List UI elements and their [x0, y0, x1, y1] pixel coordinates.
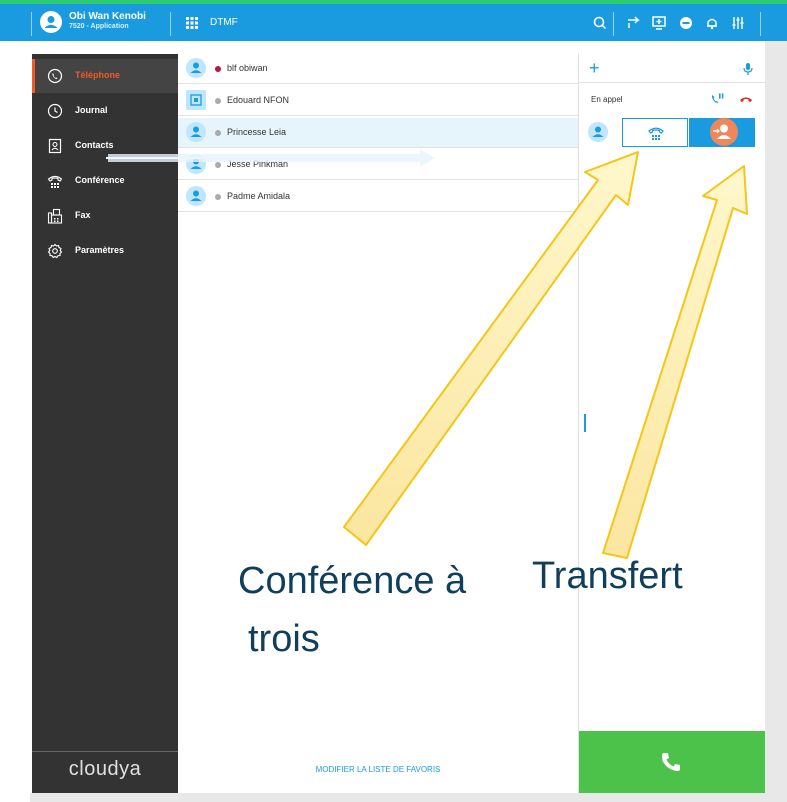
favorites-list: blf obiwan Edouard NFON Princesse Leia J…: [178, 54, 578, 793]
presence-dot: [215, 162, 221, 168]
sidebar-item-label: Fax: [75, 210, 91, 220]
contact-name: Padme Amidala: [227, 191, 291, 201]
top-bar: Obi Wan Kenobi 7520 - Application DTMF: [0, 0, 787, 41]
transfer-highlight: [710, 118, 738, 146]
contacts-icon: [48, 138, 62, 154]
favorite-row[interactable]: blf obiwan: [178, 54, 578, 84]
sidebar-divider: [32, 751, 178, 752]
page-margin: [0, 41, 30, 802]
contact-card-icon: [186, 90, 206, 110]
sidebar-item-fax[interactable]: Fax: [32, 199, 178, 233]
edit-favorites-link[interactable]: MODIFIER LA LISTE DE FAVORIS: [178, 765, 578, 774]
user-name[interactable]: Obi Wan Kenobi: [69, 11, 146, 22]
sidebar-item-conference[interactable]: Conférence: [32, 164, 178, 198]
separator: [31, 12, 32, 36]
contact-name: Princesse Leia: [227, 127, 287, 137]
call-status: En appel: [591, 95, 623, 104]
gear-icon: [47, 243, 63, 259]
separator: [613, 12, 614, 36]
sidebar-item-journal[interactable]: Journal: [32, 94, 178, 128]
sidebar-item-label: Journal: [75, 105, 108, 115]
presence-dot: [215, 194, 221, 200]
bell-icon[interactable]: [703, 14, 721, 32]
text-cursor: [584, 414, 586, 432]
conference-phone-icon: [47, 175, 63, 188]
phone-icon: [47, 68, 63, 84]
call-panel: + En appel: [578, 54, 765, 793]
conference-phone-icon: [648, 127, 664, 140]
divider: [579, 82, 765, 83]
call-button[interactable]: [579, 731, 765, 793]
cloudya-logo: cloudya: [68, 758, 142, 780]
favorite-row[interactable]: Padme Amidala: [178, 182, 578, 212]
presence-dot: [215, 98, 221, 104]
search-icon[interactable]: [591, 14, 609, 32]
page-margin: [30, 793, 787, 802]
annotation-conference: Conférence à: [238, 560, 467, 602]
sidebar-item-label: Conférence: [75, 175, 125, 185]
contact-avatar: [186, 122, 206, 142]
caller-avatar: [588, 122, 608, 142]
hover-line: [106, 157, 214, 159]
sidebar-item-parametres[interactable]: Paramètres: [32, 234, 178, 268]
fax-icon: [47, 208, 63, 224]
annotation-conference-line2: trois: [248, 618, 320, 660]
favorite-row[interactable]: Jesse Pinkman: [178, 150, 578, 180]
favorite-row[interactable]: Princesse Leia: [178, 118, 578, 148]
phone-icon: [662, 753, 680, 771]
separator: [170, 12, 171, 36]
dtmf-label[interactable]: DTMF: [210, 17, 238, 28]
hold-icon[interactable]: [710, 92, 724, 106]
hangup-icon[interactable]: [739, 94, 753, 104]
sidebar-item-label: Paramètres: [75, 245, 125, 255]
contact-name: Jesse Pinkman: [227, 159, 289, 169]
contact-avatar: [186, 186, 206, 206]
user-avatar[interactable]: [40, 11, 62, 33]
presence-dot: [215, 130, 221, 136]
contact-avatar: [186, 58, 206, 78]
presence-dot: [215, 66, 221, 72]
favorite-row[interactable]: Edouard NFON: [178, 86, 578, 116]
user-extension: 7520 - Application: [69, 23, 129, 30]
call-forward-icon[interactable]: [625, 14, 643, 32]
transfer-button[interactable]: [689, 118, 755, 147]
screen-share-icon[interactable]: [650, 14, 668, 32]
settings-sliders-icon[interactable]: [729, 14, 747, 32]
page-margin: [765, 41, 787, 802]
sidebar: Téléphone Journal Contacts Conférence Fa…: [32, 54, 178, 793]
conference-button[interactable]: [622, 118, 688, 147]
separator: [760, 12, 761, 36]
sidebar-item-telephone[interactable]: Téléphone: [32, 59, 178, 93]
annotation-transfer: Transfert: [532, 555, 683, 597]
contact-name: blf obiwan: [227, 63, 268, 73]
sidebar-item-label: Contacts: [75, 140, 114, 150]
sidebar-item-label: Téléphone: [75, 70, 121, 80]
contact-name: Edouard NFON: [227, 95, 290, 105]
add-call-button[interactable]: +: [589, 58, 600, 79]
dialpad-icon[interactable]: [185, 16, 199, 30]
clock-icon: [47, 103, 63, 119]
microphone-icon[interactable]: [742, 62, 754, 76]
dnd-icon[interactable]: [677, 14, 695, 32]
transfer-person-icon: [713, 124, 731, 139]
